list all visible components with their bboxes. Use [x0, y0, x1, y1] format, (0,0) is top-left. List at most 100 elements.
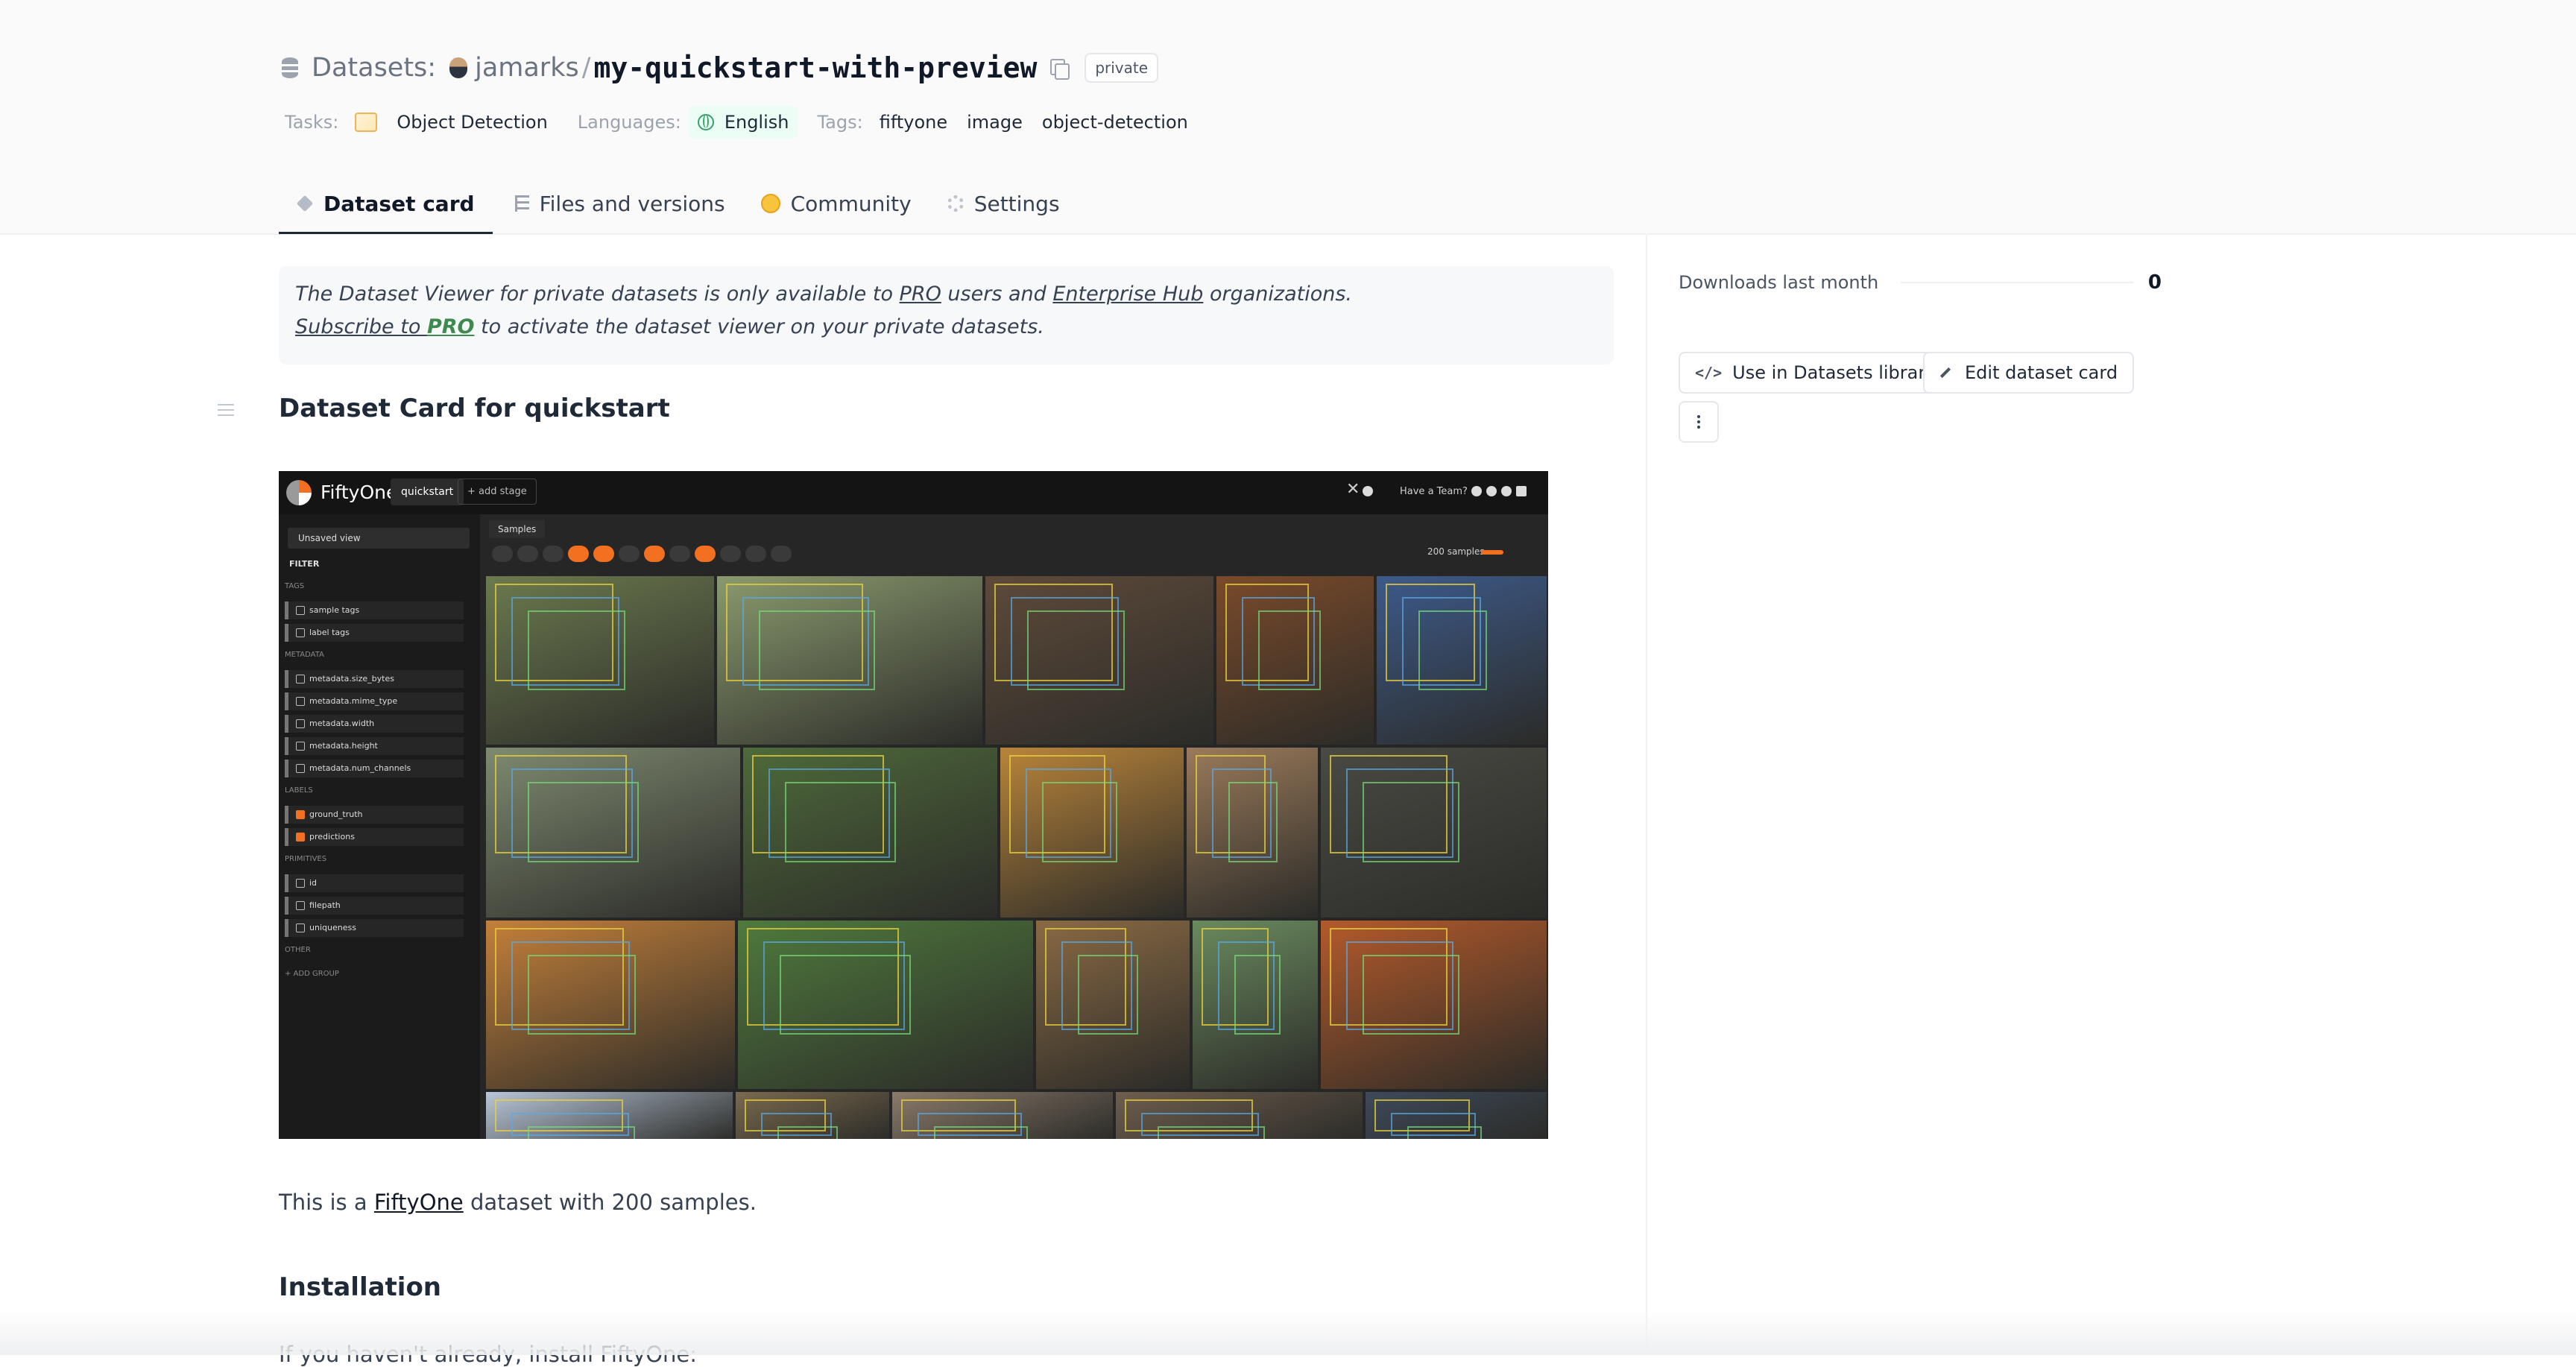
- fo-bounding-box: [1363, 955, 1459, 1035]
- language-chip[interactable]: English: [688, 106, 798, 139]
- fo-sidebar-row: LABELS: [285, 786, 313, 795]
- fo-tool-icon: [543, 546, 564, 562]
- path-separator: /: [581, 53, 591, 83]
- fo-sample-grid: [484, 575, 1548, 1139]
- fo-sample-tile: [736, 919, 1035, 1090]
- fo-sidebar-row: id: [285, 874, 464, 892]
- fo-sidebar-row: PRIMITIVES: [285, 855, 327, 863]
- fo-sample-tile: [1035, 919, 1191, 1090]
- files-icon: [514, 195, 529, 212]
- more-options-button[interactable]: [1679, 401, 1719, 443]
- fo-sample-count: 200 samples: [1427, 546, 1485, 557]
- viewer-notice: The Dataset Viewer for private datasets …: [279, 266, 1614, 364]
- copy-icon[interactable]: [1049, 57, 1070, 80]
- fo-app-name: FiftyOne: [321, 482, 398, 503]
- tab-files-and-versions[interactable]: Files and versions: [493, 175, 743, 234]
- fo-main-panel: Samples 200 samples: [484, 514, 1548, 1139]
- kebab-icon: [1697, 420, 1700, 423]
- fo-tool-icon: [669, 546, 690, 562]
- tab-community[interactable]: Community: [743, 175, 929, 234]
- fo-bounding-box: [1027, 610, 1125, 690]
- community-icon: [760, 194, 780, 213]
- language-chip-label: English: [724, 112, 789, 133]
- tag-chip[interactable]: image: [958, 106, 1032, 139]
- tag-chip[interactable]: fiftyone: [871, 106, 956, 139]
- downloads-value: 0: [2147, 271, 2162, 294]
- fo-sidebar-row: + ADD GROUP: [285, 970, 339, 978]
- fo-have-team: Have a Team?: [1400, 486, 1468, 497]
- fo-bounding-box: [1407, 1126, 1482, 1139]
- notice-text: The Dataset Viewer for private datasets …: [295, 282, 900, 306]
- fo-tool-icon: [771, 546, 792, 562]
- toc-menu-icon[interactable]: [218, 404, 234, 416]
- cube-icon: [296, 195, 314, 212]
- fo-tool-icon: [644, 546, 665, 562]
- downloads-row: Downloads last month 0: [1679, 270, 2162, 295]
- owner-link[interactable]: jamarks: [475, 53, 579, 83]
- fo-sample-tile: [1185, 746, 1319, 919]
- fo-docs-icon: [1516, 486, 1527, 496]
- repo-header: Datasets: jamarks / my-quickstart-with-p…: [0, 0, 2576, 235]
- fiftyone-link[interactable]: FiftyOne: [374, 1190, 464, 1215]
- fo-bounding-box: [780, 955, 911, 1035]
- fo-tool-icon: [745, 546, 766, 562]
- fo-bounding-box: [1234, 955, 1281, 1035]
- tab-label: Community: [790, 191, 912, 216]
- fo-github-icon: [1501, 486, 1512, 496]
- fo-bounding-box: [785, 782, 896, 862]
- fo-sample-tile: [999, 746, 1185, 919]
- fo-add-stage: + add stage: [458, 479, 537, 505]
- tag-chip[interactable]: object-detection: [1033, 106, 1197, 139]
- fo-help-icon: [1363, 486, 1373, 496]
- fo-tool-icon: [695, 546, 716, 562]
- fo-tool-icon: [720, 546, 741, 562]
- button-label: Edit dataset card: [1965, 362, 2118, 383]
- use-in-datasets-library-button[interactable]: </> Use in Datasets library: [1679, 352, 1953, 394]
- fo-bounding-box: [528, 782, 639, 862]
- datasets-link[interactable]: Datasets:: [312, 53, 436, 83]
- gear-icon: [947, 195, 964, 212]
- fo-sidebar-row: OTHER: [285, 946, 311, 954]
- fo-sidebar: Unsaved view FILTER TAGS sample tags label…: [279, 514, 480, 1139]
- task-chip-label: Object Detection: [397, 112, 548, 133]
- tab-dataset-card[interactable]: Dataset card: [279, 175, 493, 234]
- fo-bounding-box: [1228, 782, 1278, 862]
- edit-dataset-card-button[interactable]: Edit dataset card: [1923, 352, 2135, 394]
- fo-bounding-box: [759, 610, 875, 690]
- tab-label: Settings: [973, 191, 1060, 216]
- card-title: Dataset Card for quickstart: [279, 394, 670, 423]
- fo-sample-tile: [1319, 746, 1548, 919]
- fo-sample-tile: [484, 1090, 734, 1139]
- subscribe-link[interactable]: Subscribe to: [295, 315, 427, 338]
- fo-bounding-box: [528, 610, 625, 690]
- downloads-divider: [1901, 282, 2133, 283]
- task-chip[interactable]: Object Detection: [346, 106, 556, 139]
- notice-text: organizations.: [1203, 282, 1352, 306]
- kebab-icon: [1697, 426, 1700, 429]
- downloads-label: Downloads last month: [1679, 272, 1879, 293]
- fo-bounding-box: [1418, 610, 1487, 690]
- tab-label: Files and versions: [539, 191, 725, 216]
- fo-view-select: Unsaved view: [288, 528, 470, 549]
- tab-settings[interactable]: Settings: [929, 175, 1078, 234]
- subscribe-pro-link[interactable]: PRO: [427, 315, 475, 338]
- pro-link[interactable]: PRO: [900, 282, 941, 306]
- fo-bounding-box: [1078, 955, 1138, 1035]
- fo-bounding-box: [1042, 782, 1117, 862]
- fo-sidebar-row: sample tags: [285, 602, 464, 619]
- fo-sidebar-row: metadata.height: [285, 737, 464, 755]
- fo-sidebar-row: predictions: [285, 828, 464, 846]
- fo-sidebar-row: METADATA: [285, 651, 324, 659]
- fo-tool-icon: [517, 546, 538, 562]
- fo-sidebar-row: uniqueness: [285, 919, 464, 937]
- fo-bounding-box: [1158, 1126, 1265, 1139]
- fo-sample-tile: [1375, 575, 1548, 746]
- visibility-badge: private: [1085, 53, 1159, 83]
- enterprise-hub-link[interactable]: Enterprise Hub: [1052, 282, 1203, 306]
- repo-name-link[interactable]: my-quickstart-with-preview: [594, 51, 1038, 84]
- owner-avatar[interactable]: [449, 57, 468, 78]
- fo-sample-tile: [734, 1090, 891, 1139]
- fo-bounding-box: [528, 1126, 635, 1139]
- intro-text: dataset with 200 samples.: [463, 1190, 757, 1215]
- languages-label: Languages:: [577, 112, 681, 133]
